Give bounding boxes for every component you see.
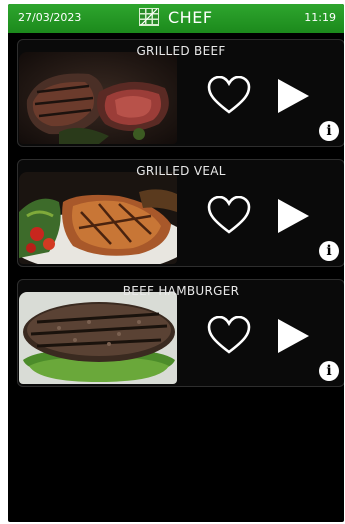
recipe-name: GRILLED VEAL bbox=[136, 164, 226, 178]
play-icon[interactable] bbox=[275, 78, 311, 114]
status-date: 27/03/2023 bbox=[18, 11, 82, 24]
status-bar: 27/03/2023 CHEF 11:19 bbox=[8, 4, 344, 33]
info-icon[interactable]: i bbox=[319, 121, 339, 141]
heart-outline-icon[interactable] bbox=[207, 315, 251, 356]
status-time: 11:19 bbox=[304, 11, 336, 24]
recipe-card-grilled-veal[interactable]: GRILLED VEAL i bbox=[17, 159, 344, 267]
chef-grid-logo-icon bbox=[139, 8, 159, 26]
info-icon[interactable]: i bbox=[319, 241, 339, 261]
app-brand: CHEF bbox=[138, 7, 213, 27]
recipe-name: GRILLED BEEF bbox=[136, 44, 226, 58]
recipe-card-beef-hamburger[interactable]: BEEF HAMBURGER i bbox=[17, 279, 344, 387]
grilled-beef-photo bbox=[19, 52, 177, 144]
play-icon[interactable] bbox=[275, 318, 311, 354]
recipe-name: BEEF HAMBURGER bbox=[122, 284, 240, 298]
play-icon[interactable] bbox=[275, 198, 311, 234]
heart-outline-icon[interactable] bbox=[207, 195, 251, 236]
oven-screen: 27/03/2023 CHEF 11:19 GRILLED BEEF i GRI… bbox=[8, 4, 344, 522]
grilled-veal-photo bbox=[19, 172, 177, 264]
heart-outline-icon[interactable] bbox=[207, 75, 251, 116]
recipe-card-grilled-beef[interactable]: GRILLED BEEF i bbox=[17, 39, 344, 147]
info-icon[interactable]: i bbox=[319, 361, 339, 381]
app-title: CHEF bbox=[168, 7, 213, 27]
beef-hamburger-photo bbox=[19, 292, 177, 384]
